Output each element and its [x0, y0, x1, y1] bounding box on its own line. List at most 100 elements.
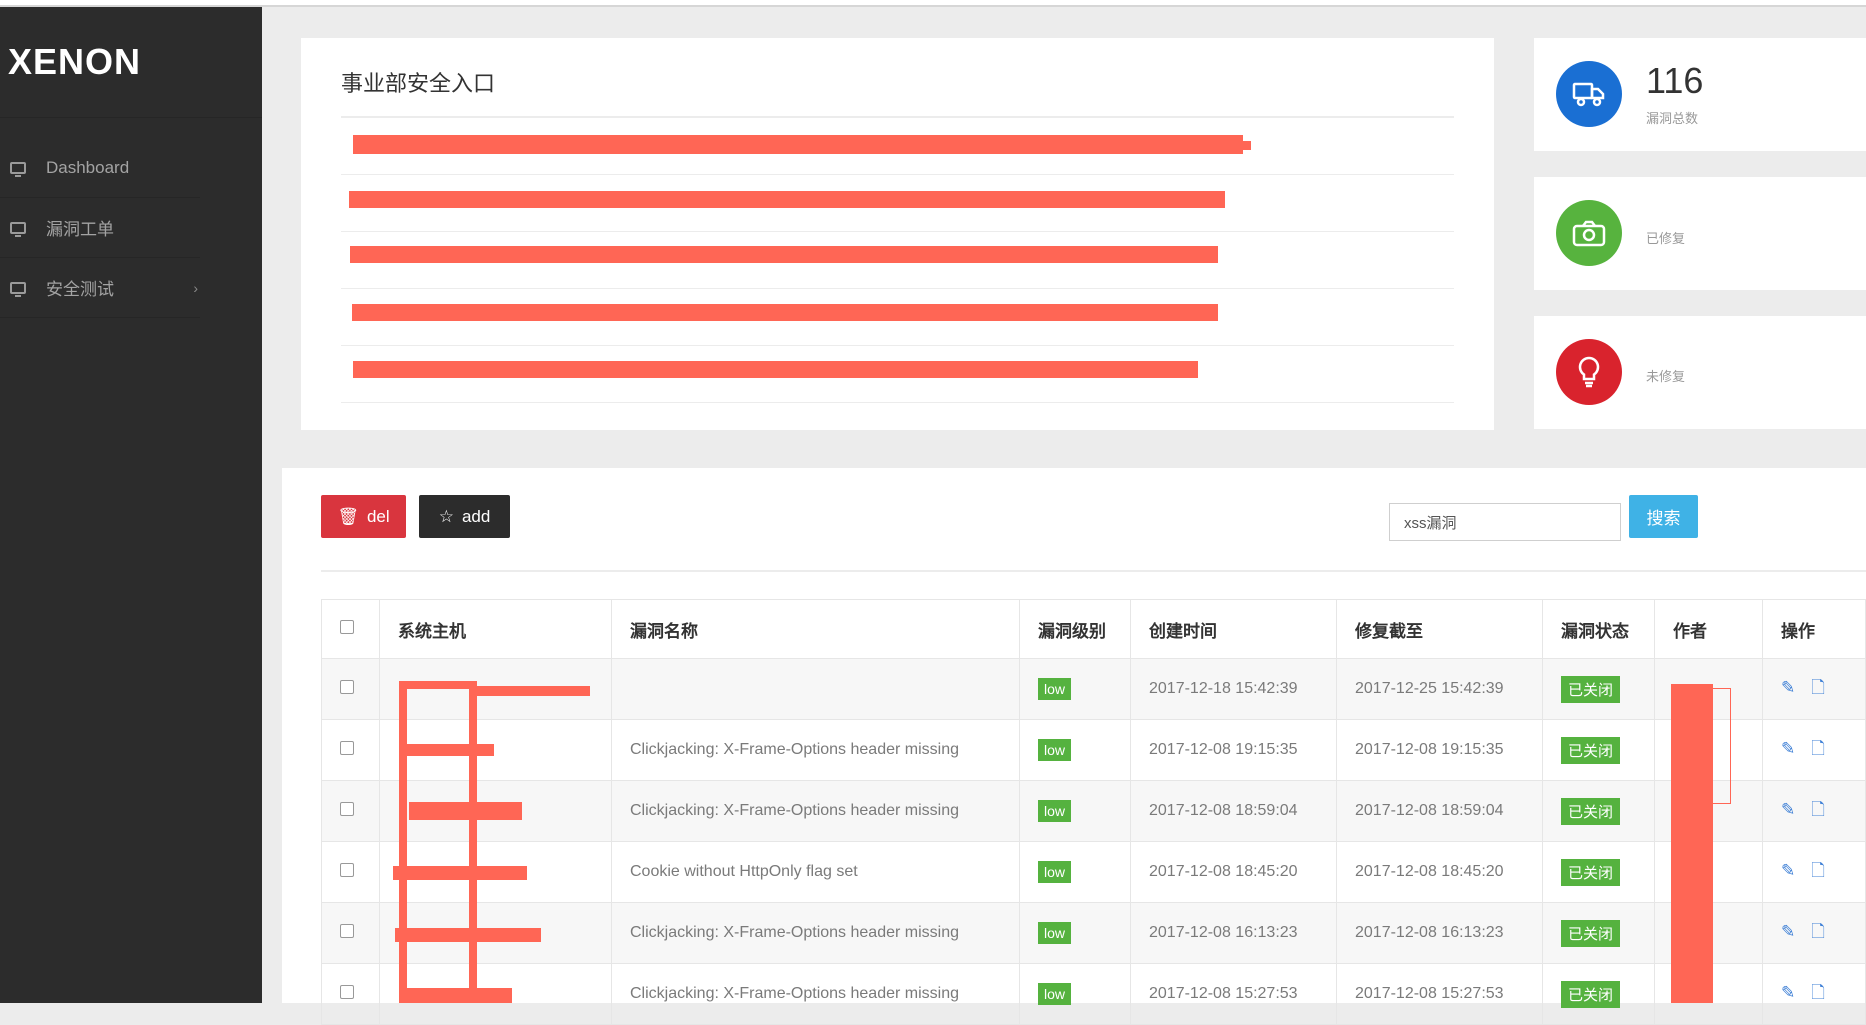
app-logo[interactable]: XENON — [8, 41, 141, 83]
level-badge: low — [1038, 678, 1072, 700]
column-header[interactable]: 系统主机 — [379, 599, 612, 659]
deadline-cell: 2017-12-08 18:45:20 — [1336, 841, 1543, 903]
table-row: Clickjacking: X-Frame-Options header mis… — [321, 719, 1866, 781]
column-header[interactable]: 作者 — [1654, 599, 1763, 659]
redacted-mark — [1243, 141, 1251, 150]
monitor-icon — [10, 221, 26, 237]
column-header[interactable]: 操作 — [1762, 599, 1866, 659]
redaction-bar — [399, 681, 477, 689]
row-checkbox[interactable] — [340, 984, 354, 999]
delete-button-label: del — [366, 506, 390, 526]
created-cell: 2017-12-18 15:42:39 — [1130, 658, 1337, 720]
sidebar: XENON Dashboard 漏洞工单 安全测试 › — [0, 7, 262, 1003]
actions-cell: ✎ 🗋 — [1762, 841, 1866, 903]
document-icon[interactable]: 🗋 — [1811, 800, 1825, 819]
sidebar-item-label: 安全测试 — [46, 280, 114, 299]
status-cell: 已关闭 — [1542, 719, 1655, 781]
deadline-cell: 2017-12-08 18:59:04 — [1336, 780, 1543, 842]
level-badge: low — [1038, 922, 1072, 944]
search-button[interactable]: 搜索 — [1629, 495, 1698, 538]
stat-card-fixed: 已修复 — [1534, 177, 1866, 290]
level-cell: low — [1019, 719, 1131, 781]
table-row: Clickjacking: X-Frame-Options header mis… — [321, 963, 1866, 1025]
redaction-bar — [395, 928, 541, 942]
deadline-cell: 2017-12-08 19:15:35 — [1336, 719, 1543, 781]
entry-panel: 事业部安全入口 — [301, 38, 1494, 430]
status-badge: 已关闭 — [1561, 858, 1621, 886]
level-cell: low — [1019, 780, 1131, 842]
redaction-bar — [469, 681, 477, 1003]
stat-card-unfixed: 未修复 — [1534, 316, 1866, 429]
status-cell: 已关闭 — [1542, 902, 1655, 964]
actions-cell: ✎ 🗋 — [1762, 963, 1866, 1025]
column-header[interactable]: 漏洞级别 — [1019, 599, 1131, 659]
redacted-link — [350, 246, 1218, 263]
created-cell: 2017-12-08 15:27:53 — [1130, 963, 1337, 1025]
select-cell — [321, 780, 380, 842]
created-cell: 2017-12-08 16:13:23 — [1130, 902, 1337, 964]
document-icon[interactable]: 🗋 — [1811, 678, 1825, 697]
edit-icon[interactable]: ✎ — [1781, 800, 1795, 819]
edit-icon[interactable]: ✎ — [1781, 922, 1795, 941]
table-body: low 2017-12-18 15:42:39 2017-12-25 15:42:3… — [321, 658, 1866, 1025]
entry-row — [341, 289, 1454, 346]
redaction-bar — [1671, 684, 1713, 1003]
monitor-icon — [10, 281, 26, 297]
divider — [321, 570, 1866, 572]
vuln-table: 系统主机 漏洞名称 漏洞级别 创建时间 修复截至 漏洞状态 作者 操作 low 2… — [321, 599, 1866, 1025]
created-cell: 2017-12-08 18:59:04 — [1130, 780, 1337, 842]
camera-icon — [1556, 200, 1622, 266]
status-cell: 已关闭 — [1542, 658, 1655, 720]
document-icon[interactable]: 🗋 — [1811, 983, 1825, 1002]
edit-icon[interactable]: ✎ — [1781, 739, 1795, 758]
level-badge: low — [1038, 800, 1072, 822]
trash-icon: 🗑 — [337, 506, 359, 526]
edit-icon[interactable]: ✎ — [1781, 678, 1795, 697]
column-header[interactable]: 漏洞名称 — [611, 599, 1020, 659]
edit-icon[interactable]: ✎ — [1781, 983, 1795, 1002]
deadline-cell: 2017-12-25 15:42:39 — [1336, 658, 1543, 720]
stat-value: 116 — [1646, 60, 1704, 101]
redaction-bar — [393, 866, 527, 880]
document-icon[interactable]: 🗋 — [1811, 861, 1825, 880]
redacted-link — [349, 191, 1225, 208]
row-checkbox[interactable] — [340, 801, 354, 816]
add-button-label: add — [461, 506, 491, 526]
table-row: Clickjacking: X-Frame-Options header mis… — [321, 780, 1866, 842]
level-cell: low — [1019, 902, 1131, 964]
redaction-bar — [477, 686, 590, 696]
status-badge: 已关闭 — [1561, 919, 1621, 947]
vuln-name-cell: Clickjacking: X-Frame-Options header mis… — [611, 719, 1020, 781]
row-checkbox[interactable] — [340, 923, 354, 938]
select-cell — [321, 902, 380, 964]
created-cell: 2017-12-08 18:45:20 — [1130, 841, 1337, 903]
select-cell — [321, 841, 380, 903]
sidebar-item-label: Dashboard — [46, 157, 130, 177]
entry-row — [341, 232, 1454, 289]
search-input[interactable] — [1389, 503, 1621, 541]
sidebar-item-tickets[interactable]: 漏洞工单 — [0, 198, 200, 258]
document-icon[interactable]: 🗋 — [1811, 739, 1825, 758]
redaction-bar — [407, 744, 494, 756]
column-header[interactable]: 创建时间 — [1130, 599, 1337, 659]
sidebar-nav: Dashboard 漏洞工单 安全测试 › — [0, 138, 262, 318]
lightbulb-icon — [1556, 339, 1622, 405]
row-checkbox[interactable] — [340, 740, 354, 755]
vuln-panel: 🗑 del ☆ add 搜索 系统主机 漏洞名称 漏洞级别 创建时间 修复截至 … — [282, 468, 1866, 1025]
delete-button[interactable]: 🗑 del — [321, 495, 406, 538]
edit-icon[interactable]: ✎ — [1781, 861, 1795, 880]
sidebar-item-security-test[interactable]: 安全测试 › — [0, 258, 200, 318]
row-checkbox[interactable] — [340, 862, 354, 877]
redaction-bar — [399, 681, 407, 1003]
add-button[interactable]: ☆ add — [419, 495, 510, 538]
row-checkbox[interactable] — [340, 679, 354, 694]
created-cell: 2017-12-08 19:15:35 — [1130, 719, 1337, 781]
select-all-checkbox[interactable] — [340, 620, 354, 634]
document-icon[interactable]: 🗋 — [1811, 922, 1825, 941]
column-header[interactable]: 漏洞状态 — [1542, 599, 1655, 659]
truck-icon — [1556, 61, 1622, 127]
column-header[interactable]: 修复截至 — [1336, 599, 1543, 659]
redacted-link — [352, 304, 1218, 321]
sidebar-item-dashboard[interactable]: Dashboard — [0, 138, 200, 198]
status-cell: 已关闭 — [1542, 963, 1655, 1025]
